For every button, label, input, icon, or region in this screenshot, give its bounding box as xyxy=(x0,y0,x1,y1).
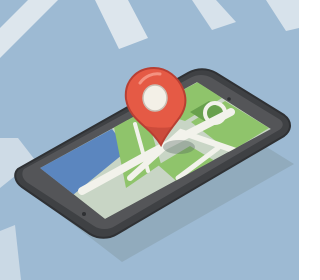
home-button xyxy=(82,212,86,216)
smartphone-map-illustration xyxy=(0,0,299,280)
pin-shadow xyxy=(163,140,195,154)
illustration-canvas xyxy=(0,0,299,280)
camera-dot xyxy=(227,97,231,101)
